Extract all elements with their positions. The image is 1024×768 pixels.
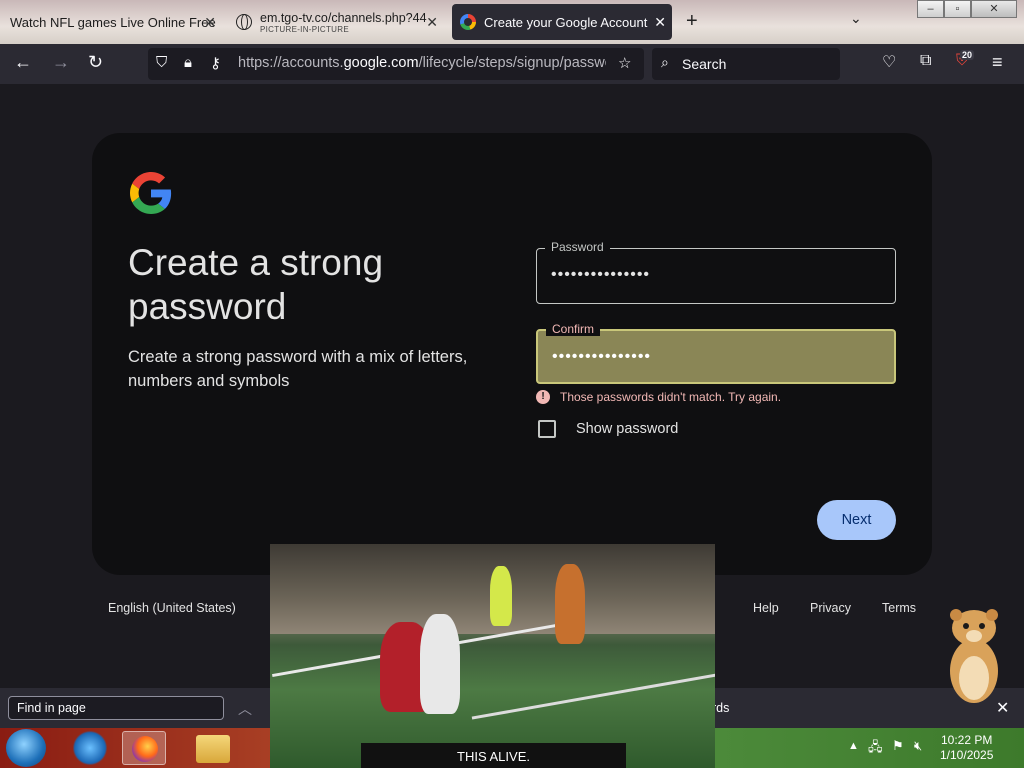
- tab-pip[interactable]: em.tgo-tv.co/channels.php?44 PICTURE-IN-…: [228, 4, 444, 40]
- show-password-checkbox[interactable]: Show password: [538, 420, 678, 438]
- tab-google-account[interactable]: Create your Google Account ✕: [452, 4, 672, 40]
- key-icon[interactable]: ⚷: [210, 54, 221, 72]
- tab-subtitle: PICTURE-IN-PICTURE: [260, 24, 349, 34]
- find-previous-icon[interactable]: ︿: [238, 699, 252, 719]
- internet-explorer-icon[interactable]: [68, 731, 112, 765]
- password-value: •••••••••••••••: [551, 266, 651, 283]
- nav-bar: ← → ↻ ⛉ 🔒︎ ⚷ https://accounts.google.com…: [0, 44, 1024, 84]
- screen: Watch NFL games Live Online Free ✕ em.tg…: [0, 0, 1024, 768]
- find-placeholder: Find in page: [17, 701, 86, 715]
- tab-title: em.tgo-tv.co/channels.php?44: [260, 10, 427, 25]
- extension-badge: 20: [960, 50, 975, 60]
- video-caption: THIS ALIVE.: [361, 743, 626, 768]
- maximize-button[interactable]: ▫: [944, 0, 971, 18]
- signup-card: Create a strong password Create a strong…: [92, 133, 932, 575]
- hamster-desktop-gadget-icon[interactable]: [942, 606, 1006, 706]
- error-text: Those passwords didn't match. Try again.: [560, 390, 782, 404]
- window-close-button[interactable]: ✕: [971, 0, 1017, 18]
- shield-icon[interactable]: ⛉: [156, 54, 167, 71]
- google-favicon-icon: [460, 14, 476, 30]
- password-field[interactable]: Password •••••••••••••••: [536, 240, 896, 304]
- tab-strip: Watch NFL games Live Online Free ✕ em.tg…: [0, 0, 1024, 44]
- search-icon: ⌕: [661, 54, 669, 70]
- close-icon[interactable]: ✕: [654, 14, 666, 31]
- page-subtitle: Create a strong password with a mix of l…: [128, 348, 468, 390]
- window-controls: – ▫ ✕: [917, 0, 1017, 18]
- confirm-password-field[interactable]: Confirm •••••••••••••••: [536, 322, 896, 384]
- clock-time: 10:22 PM: [941, 733, 993, 747]
- menu-icon[interactable]: ≡: [992, 52, 1003, 73]
- extensions-icon[interactable]: ⧉: [920, 52, 931, 70]
- tab-title: Watch NFL games Live Online Free: [10, 14, 216, 30]
- search-placeholder: Search: [682, 56, 727, 72]
- pocket-icon[interactable]: ♡: [882, 52, 896, 72]
- globe-icon: [236, 14, 252, 30]
- password-mismatch-error: ! Those passwords didn't match. Try agai…: [536, 390, 781, 404]
- action-center-flag-icon[interactable]: ⚑: [892, 738, 904, 754]
- reload-icon[interactable]: ↻: [88, 52, 103, 73]
- password-label: Password: [545, 240, 610, 254]
- back-arrow-icon[interactable]: ←: [14, 52, 32, 73]
- file-explorer-icon[interactable]: [196, 735, 230, 763]
- checkbox-icon[interactable]: [538, 420, 556, 438]
- terms-link[interactable]: Terms: [882, 601, 916, 615]
- close-icon[interactable]: ✕: [426, 14, 438, 31]
- video-player-white: [420, 614, 460, 714]
- video-field-line: [471, 671, 715, 720]
- volume-muted-icon[interactable]: 🔇︎: [914, 738, 922, 754]
- picture-in-picture-video[interactable]: THIS ALIVE.: [270, 544, 715, 768]
- show-hidden-icons-icon[interactable]: ▲: [848, 740, 859, 752]
- show-password-label: Show password: [576, 421, 679, 437]
- video-bystander: [555, 564, 585, 644]
- search-input[interactable]: ⌕ Search: [652, 48, 840, 80]
- video-official: [490, 566, 512, 626]
- minimize-button[interactable]: –: [917, 0, 944, 18]
- tab-nfl[interactable]: Watch NFL games Live Online Free ✕: [0, 4, 222, 40]
- close-icon[interactable]: ✕: [204, 14, 216, 31]
- network-icon[interactable]: 🖧︎: [868, 738, 883, 760]
- next-button[interactable]: Next: [817, 500, 896, 540]
- help-link[interactable]: Help: [753, 601, 779, 615]
- start-button[interactable]: [6, 729, 46, 767]
- firefox-icon: [132, 736, 158, 762]
- page-title: Create a strong password: [128, 242, 384, 327]
- clock-date: 1/10/2025: [940, 748, 994, 762]
- confirm-value: •••••••••••••••: [552, 348, 652, 365]
- tab-title: Create your Google Account: [484, 14, 648, 30]
- firefox-taskbar-button[interactable]: [122, 731, 166, 765]
- privacy-link[interactable]: Privacy: [810, 601, 851, 615]
- language-selector[interactable]: English (United States): [108, 601, 236, 615]
- new-tab-button[interactable]: +: [686, 10, 698, 33]
- forward-arrow-icon[interactable]: →: [52, 52, 70, 73]
- list-tabs-chevron-icon[interactable]: ⌄: [850, 10, 862, 27]
- url-bar[interactable]: ⛉ 🔒︎ ⚷ https://accounts.google.com/lifec…: [148, 48, 644, 80]
- google-logo-icon: [130, 172, 172, 214]
- lock-icon[interactable]: 🔒︎: [184, 54, 192, 71]
- taskbar-clock[interactable]: 10:22 PM 1/10/2025: [940, 733, 993, 763]
- confirm-label: Confirm: [546, 322, 601, 336]
- bookmark-star-icon[interactable]: ☆: [618, 54, 631, 72]
- url-text: https://accounts.google.com/lifecycle/st…: [238, 55, 606, 71]
- error-icon: !: [536, 390, 550, 404]
- find-input[interactable]: Find in page: [8, 696, 224, 720]
